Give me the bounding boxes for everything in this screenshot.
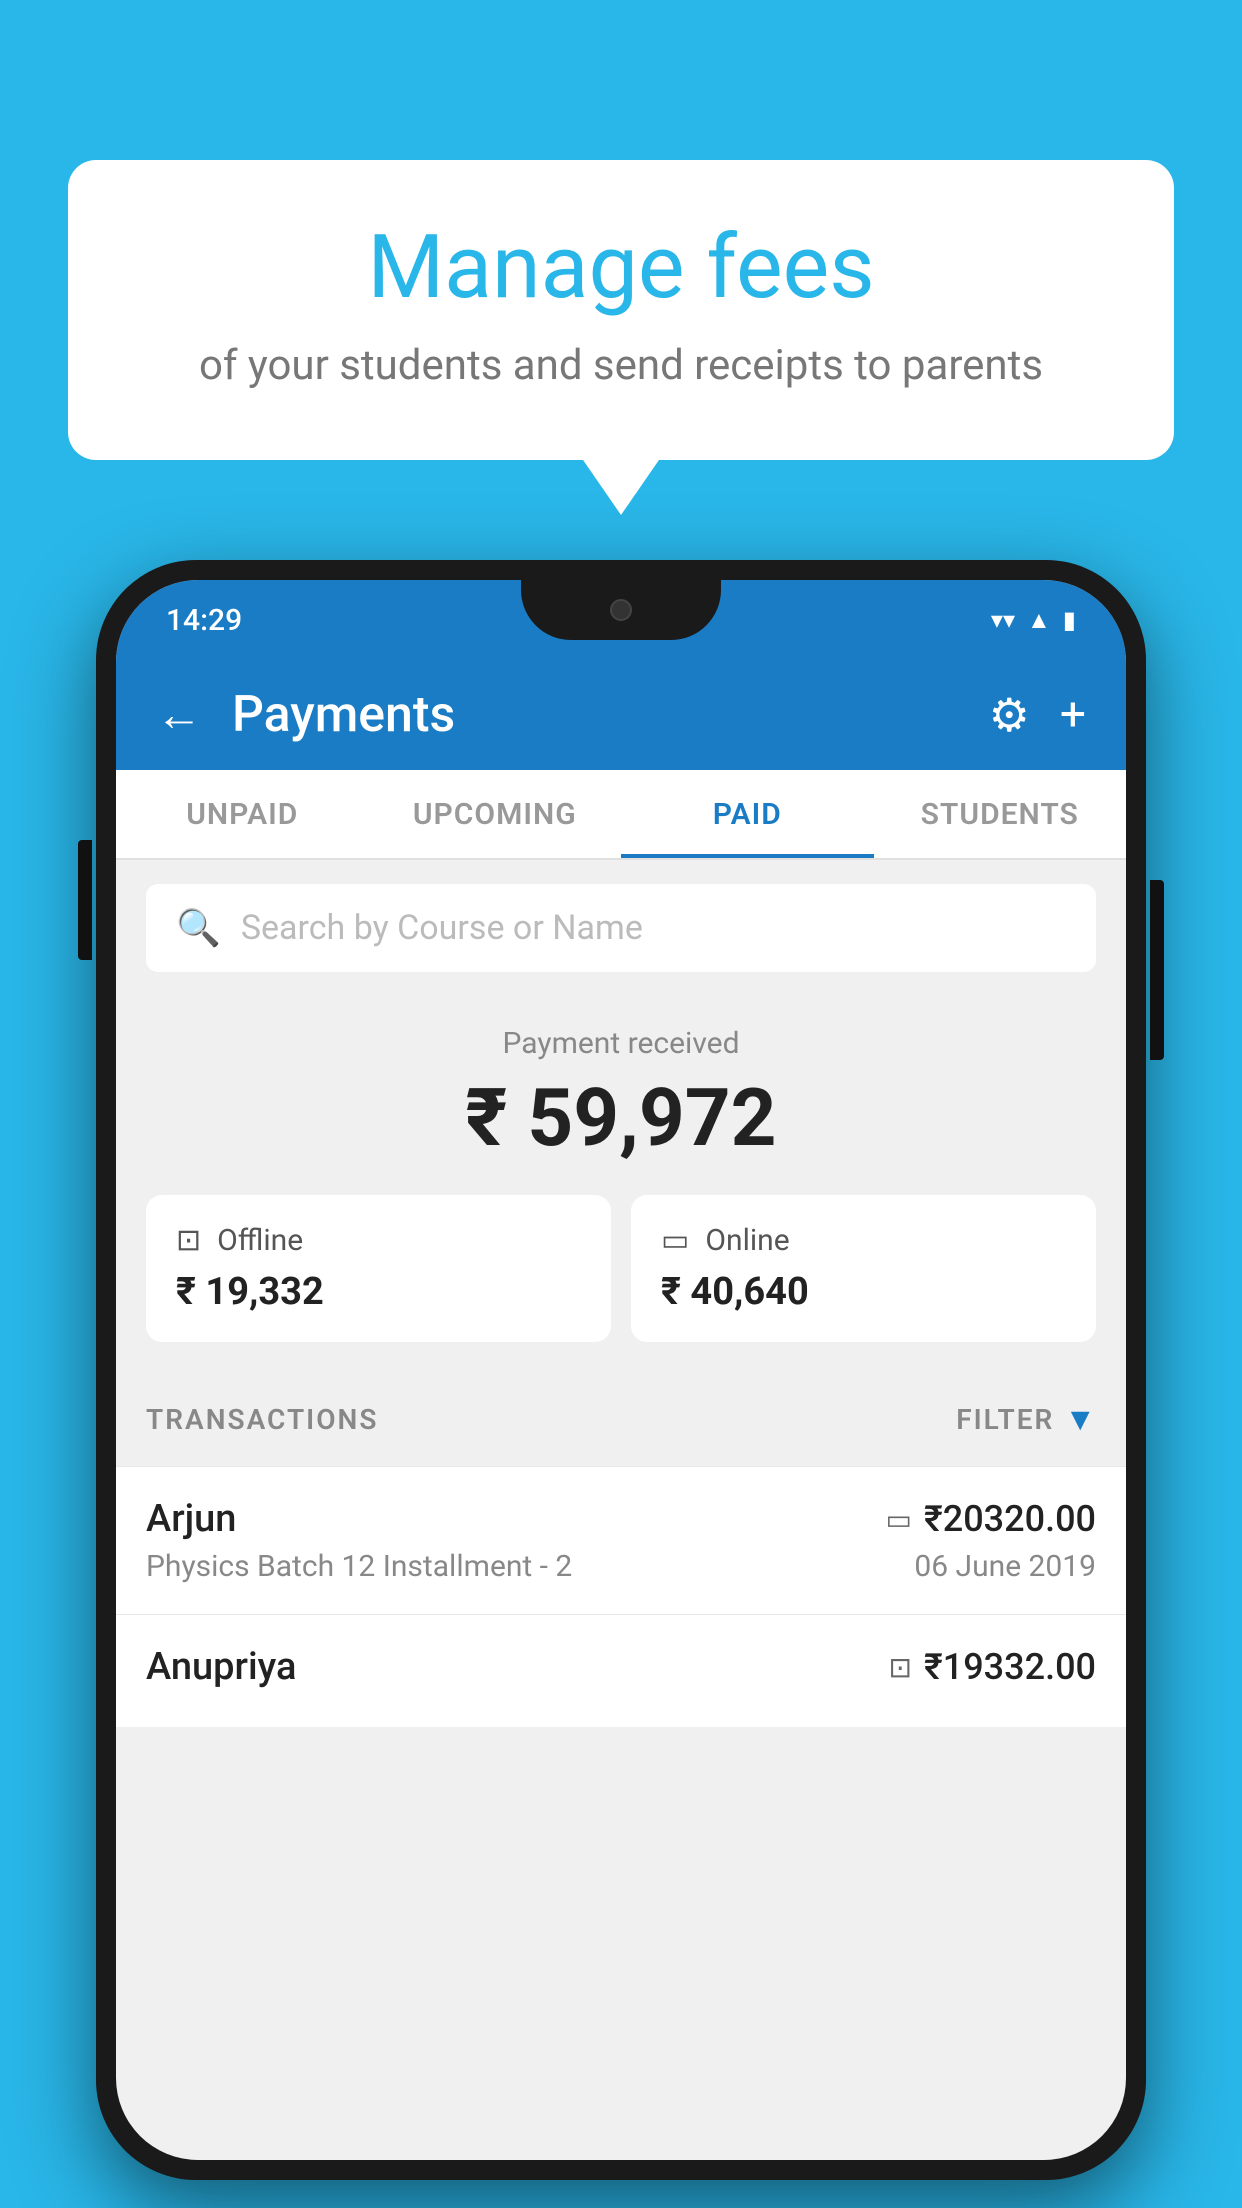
page-title: Payments: [232, 686, 959, 744]
payment-section: Payment received ₹ 59,972 ⊡ Offline ₹ 19…: [116, 996, 1126, 1372]
back-button[interactable]: ←: [156, 692, 202, 738]
search-bar[interactable]: 🔍 Search by Course or Name: [146, 884, 1096, 972]
tab-paid[interactable]: PAID: [621, 770, 874, 858]
camera-dot: [610, 599, 632, 621]
amount-container: ▭ ₹20320.00: [886, 1498, 1097, 1540]
add-icon[interactable]: +: [1060, 688, 1086, 742]
transaction-top: Arjun ▭ ₹20320.00: [146, 1497, 1096, 1541]
bubble-title: Manage fees: [128, 220, 1114, 317]
app-header: ← Payments ⚙ +: [116, 660, 1126, 770]
transactions-header: TRANSACTIONS FILTER ▼: [116, 1372, 1126, 1466]
phone-wrapper: 14:29 ▾▾ ▲ ▮ ← Payments ⚙ +: [96, 560, 1146, 2180]
online-amount: ₹ 40,640: [661, 1270, 1066, 1314]
payment-received-amount: ₹ 59,972: [146, 1071, 1096, 1165]
search-container: 🔍 Search by Course or Name: [116, 860, 1126, 996]
offline-icon: ⊡: [176, 1223, 201, 1258]
table-row[interactable]: Arjun ▭ ₹20320.00 Physics Batch 12 Insta…: [116, 1466, 1126, 1614]
tab-upcoming[interactable]: UPCOMING: [369, 770, 622, 858]
header-icons: ⚙ +: [989, 688, 1086, 743]
notch: [521, 580, 721, 640]
payment-cards: ⊡ Offline ₹ 19,332 ▭ Online ₹ 40,640: [146, 1195, 1096, 1342]
student-name: Anupriya: [146, 1645, 296, 1689]
status-time: 14:29: [166, 603, 242, 638]
payment-received-label: Payment received: [146, 1026, 1096, 1061]
filter-container[interactable]: FILTER ▼: [956, 1400, 1096, 1438]
transactions-label: TRANSACTIONS: [146, 1403, 378, 1436]
online-card: ▭ Online ₹ 40,640: [631, 1195, 1096, 1342]
tab-unpaid[interactable]: UNPAID: [116, 770, 369, 858]
battery-icon: ▮: [1063, 606, 1076, 634]
transaction-top: Anupriya ⊡ ₹19332.00: [146, 1645, 1096, 1689]
online-card-header: ▭ Online: [661, 1223, 1066, 1258]
search-input[interactable]: Search by Course or Name: [241, 908, 643, 948]
phone-screen: 14:29 ▾▾ ▲ ▮ ← Payments ⚙ +: [116, 580, 1126, 2160]
transaction-date: 06 June 2019: [914, 1549, 1096, 1584]
status-icons: ▾▾ ▲ ▮: [991, 606, 1076, 635]
table-row[interactable]: Anupriya ⊡ ₹19332.00: [116, 1614, 1126, 1727]
course-info: Physics Batch 12 Installment - 2: [146, 1549, 572, 1584]
wifi-icon: ▾▾: [991, 606, 1015, 634]
cash-icon: ⊡: [889, 1651, 912, 1684]
credit-card-icon: ▭: [886, 1503, 912, 1536]
transaction-amount: ₹20320.00: [924, 1498, 1096, 1540]
signal-icon: ▲: [1027, 606, 1051, 635]
filter-icon: ▼: [1064, 1400, 1096, 1438]
transaction-bottom: Physics Batch 12 Installment - 2 06 June…: [146, 1549, 1096, 1584]
offline-amount: ₹ 19,332: [176, 1270, 581, 1314]
search-icon: 🔍: [176, 907, 221, 949]
student-name: Arjun: [146, 1497, 236, 1541]
offline-label: Offline: [217, 1223, 303, 1258]
speech-bubble: Manage fees of your students and send re…: [68, 160, 1174, 460]
online-icon: ▭: [661, 1223, 689, 1258]
tab-bar: UNPAID UPCOMING PAID STUDENTS: [116, 770, 1126, 860]
amount-container: ⊡ ₹19332.00: [889, 1646, 1097, 1688]
offline-card-header: ⊡ Offline: [176, 1223, 581, 1258]
offline-card: ⊡ Offline ₹ 19,332: [146, 1195, 611, 1342]
transaction-amount: ₹19332.00: [924, 1646, 1096, 1688]
tab-students[interactable]: STUDENTS: [874, 770, 1127, 858]
online-label: Online: [705, 1223, 789, 1258]
phone-outer: 14:29 ▾▾ ▲ ▮ ← Payments ⚙ +: [96, 560, 1146, 2180]
bubble-subtitle: of your students and send receipts to pa…: [128, 341, 1114, 390]
filter-label: FILTER: [956, 1403, 1054, 1436]
status-bar: 14:29 ▾▾ ▲ ▮: [116, 580, 1126, 660]
settings-icon[interactable]: ⚙: [989, 688, 1030, 743]
